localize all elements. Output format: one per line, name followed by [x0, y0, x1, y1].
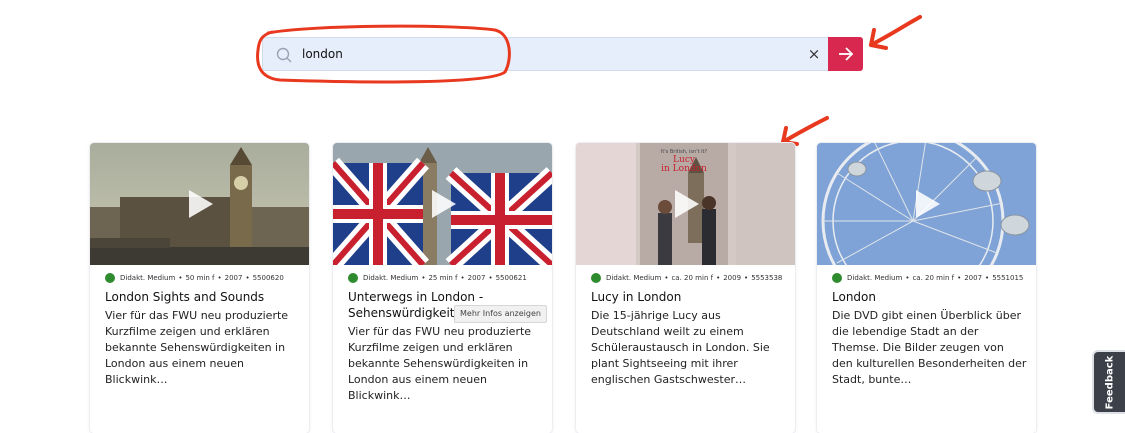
video-thumbnail[interactable] [333, 143, 552, 265]
media-meta: Didakt. Medium • 50 min f • 2007 • 5500620 [105, 272, 305, 284]
medium-type-icon [348, 273, 358, 283]
media-card[interactable]: It's British, isn't it? Lucy in London D… [576, 143, 795, 433]
medium-type-icon [105, 273, 115, 283]
video-thumbnail[interactable] [90, 143, 309, 265]
more-info-tooltip: Mehr Infos anzeigen [454, 305, 547, 323]
thumbnail-caption: in London [661, 164, 707, 174]
play-icon[interactable] [669, 188, 701, 220]
media-meta: Didakt. Medium • ca. 20 min f • 2007 • 5551… [832, 272, 1032, 284]
medium-type-icon [591, 273, 601, 283]
media-duration: ca. 20 min f [912, 274, 955, 282]
search-submit-button[interactable] [828, 37, 863, 71]
feedback-label: Feedback [1104, 355, 1116, 409]
media-card[interactable]: Didakt. Medium • 25 min f • 2007 • 5500621 … [333, 143, 552, 433]
play-icon[interactable] [910, 188, 942, 220]
media-year: 2007 [964, 274, 983, 282]
card-description: Vier für das FWU neu produzierte Kurzfil… [348, 325, 532, 402]
card-title[interactable]: London Sights and Sounds [105, 289, 305, 305]
search-icon [276, 47, 292, 63]
media-card[interactable]: Didakt. Medium • 50 min f • 2007 • 5500620 … [90, 143, 309, 433]
media-type: Didakt. Medium [847, 274, 903, 282]
media-duration: 50 min f [185, 274, 215, 282]
media-year: 2007 [224, 274, 243, 282]
card-description: Die DVD gibt einen Überblick über die le… [832, 309, 1027, 386]
media-duration: ca. 20 min f [671, 274, 714, 282]
media-meta: Didakt. Medium • 25 min f • 2007 • 5500621 [348, 272, 548, 284]
media-duration: 25 min f [428, 274, 458, 282]
search-input[interactable] [302, 38, 792, 70]
media-id: 5500621 [495, 274, 527, 282]
media-type: Didakt. Medium [606, 274, 662, 282]
media-card[interactable]: Didakt. Medium • ca. 20 min f • 2007 • 5551… [817, 143, 1036, 433]
play-icon[interactable] [183, 188, 215, 220]
media-type: Didakt. Medium [120, 274, 176, 282]
media-type: Didakt. Medium [363, 274, 419, 282]
media-meta: Didakt. Medium • ca. 20 min f • 2009 • 5553… [591, 272, 791, 284]
card-title[interactable]: Lucy in London [591, 289, 791, 305]
arrow-annotation-search [869, 15, 922, 50]
media-id: 5500620 [252, 274, 284, 282]
media-year: 2007 [467, 274, 486, 282]
card-title[interactable]: London [832, 289, 1032, 305]
card-description: Die 15-jährige Lucy aus Deutschland weil… [591, 309, 770, 386]
play-icon[interactable] [426, 188, 458, 220]
video-thumbnail[interactable] [817, 143, 1036, 265]
media-id: 5551015 [992, 274, 1024, 282]
close-icon[interactable]: × [806, 46, 822, 62]
search-bar: × [262, 37, 863, 71]
medium-type-icon [832, 273, 842, 283]
video-thumbnail[interactable]: It's British, isn't it? Lucy in London [576, 143, 795, 265]
arrow-right-icon [838, 47, 853, 61]
media-id: 5553538 [751, 274, 783, 282]
card-description: Vier für das FWU neu produzierte Kurzfil… [105, 309, 289, 386]
media-year: 2009 [723, 274, 742, 282]
feedback-button[interactable]: Feedback [1094, 352, 1125, 412]
